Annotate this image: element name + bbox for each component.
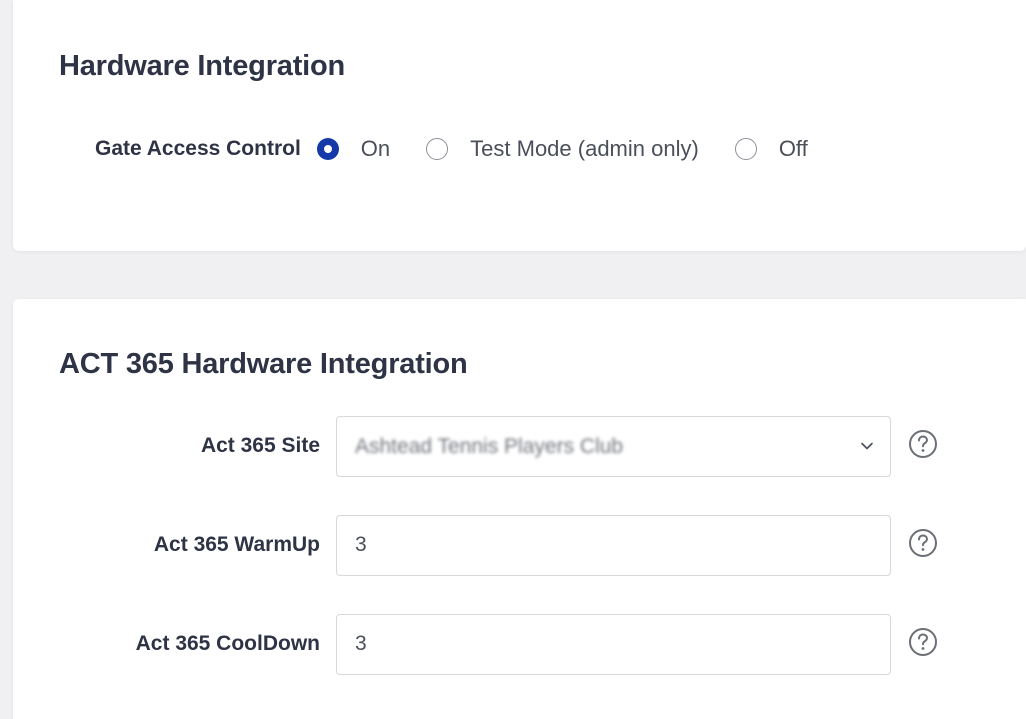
gate-access-control-label: Gate Access Control	[95, 137, 301, 160]
act365-site-select[interactable]: Ashtead Tennis Players Club	[336, 416, 891, 477]
act365-cooldown-value: 3	[355, 632, 367, 655]
act365-site-row: Act 365 Site Ashtead Tennis Players Club	[13, 416, 1026, 478]
act365-site-label: Act 365 Site	[200, 434, 320, 457]
radio-button-on[interactable]	[316, 138, 339, 160]
act365-warmup-value: 3	[355, 533, 367, 556]
radio-button-test-mode[interactable]	[426, 138, 449, 160]
act365-warmup-label: Act 365 WarmUp	[153, 533, 320, 556]
act365-warmup-input[interactable]: 3	[336, 515, 891, 576]
act365-integration-card: ACT 365 Hardware Integration Act 365 Sit…	[13, 299, 1026, 719]
radio-option-on[interactable]: On	[316, 136, 391, 162]
radio-button-off[interactable]	[734, 138, 757, 160]
section-title: ACT 365 Hardware Integration	[59, 348, 468, 380]
hardware-integration-card: Hardware Integration Gate Access Control…	[13, 0, 1026, 251]
radio-label-test-mode: Test Mode (admin only)	[470, 136, 699, 161]
gate-access-control-row: Gate Access Control On Test Mode (admin …	[95, 134, 844, 164]
radio-label-off: Off	[778, 136, 808, 161]
help-icon[interactable]	[908, 528, 938, 558]
chevron-down-icon	[861, 442, 873, 450]
help-icon[interactable]	[908, 429, 938, 459]
section-title: Hardware Integration	[59, 50, 346, 82]
act365-warmup-row: Act 365 WarmUp 3	[13, 515, 1026, 577]
act365-cooldown-row: Act 365 CoolDown 3	[13, 614, 1026, 676]
radio-option-test-mode[interactable]: Test Mode (admin only)	[426, 136, 699, 162]
act365-cooldown-input[interactable]: 3	[336, 614, 891, 675]
radio-label-on: On	[360, 136, 391, 161]
help-icon[interactable]	[908, 627, 938, 657]
act365-cooldown-label: Act 365 CoolDown	[135, 632, 320, 655]
radio-option-off[interactable]: Off	[734, 136, 808, 162]
act365-site-value: Ashtead Tennis Players Club	[355, 435, 624, 458]
